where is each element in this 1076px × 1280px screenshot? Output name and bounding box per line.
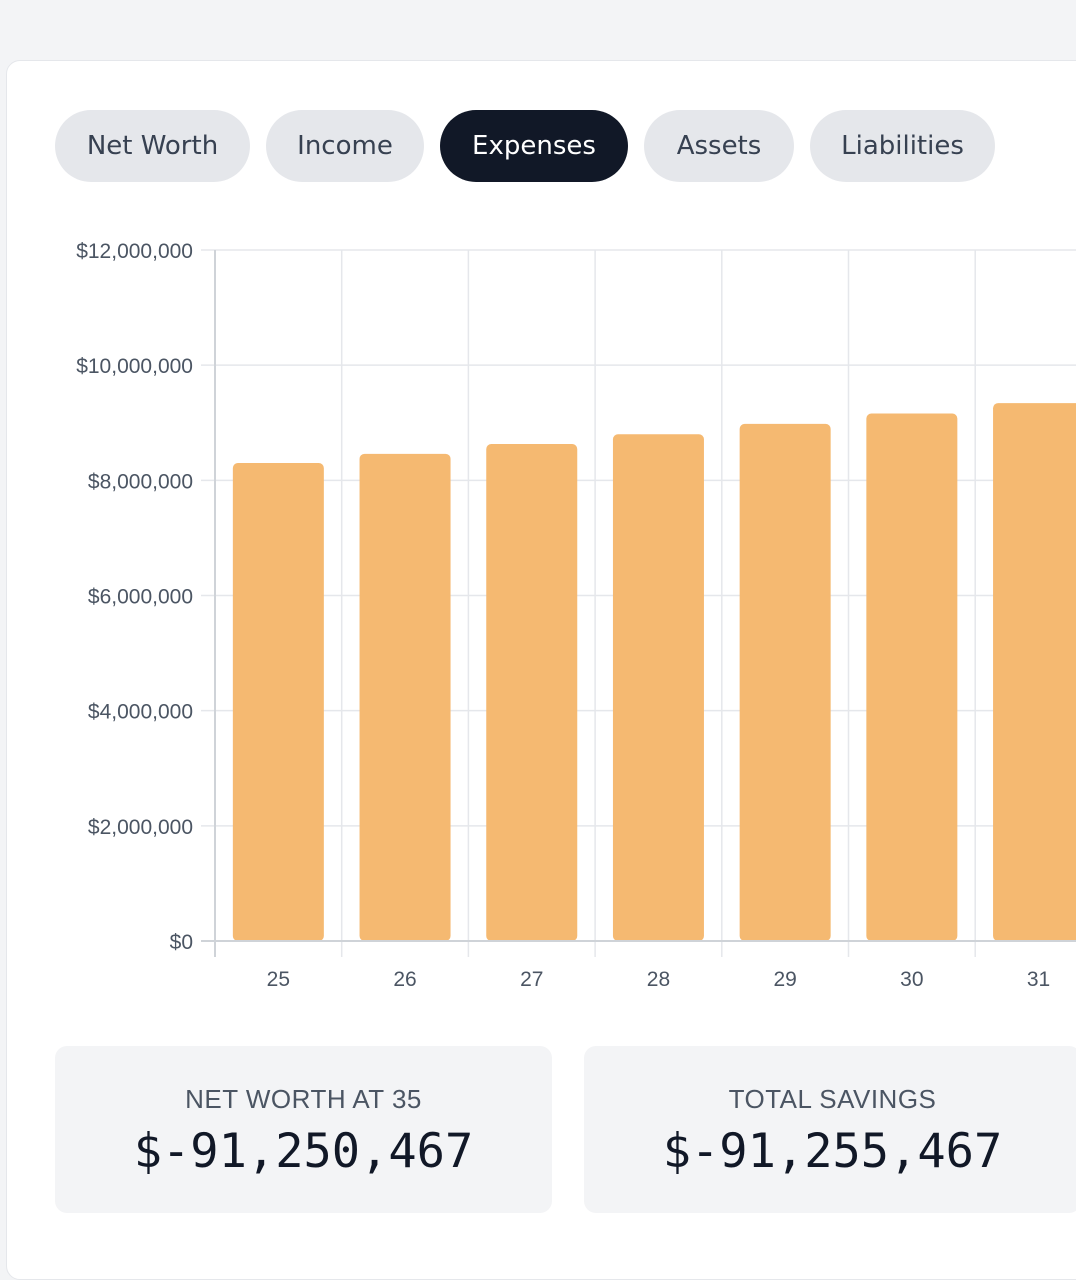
expense-bar[interactable] (739, 423, 831, 941)
y-tick-label: $2,000,000 (88, 816, 193, 839)
expense-bar[interactable] (486, 444, 578, 941)
y-tick-label: $8,000,000 (88, 470, 193, 493)
y-tick-label: $6,000,000 (88, 586, 193, 609)
net-worth-stat-card: NET WORTH AT 35 $-91,250,467 (55, 1046, 552, 1213)
total-savings-stat-value: $-91,255,467 (662, 1124, 1003, 1179)
x-tick-label: 29 (773, 968, 796, 991)
expense-bar[interactable] (359, 453, 451, 941)
net-worth-stat-value: $-91,250,467 (133, 1124, 474, 1179)
x-tick-label: 31 (1027, 968, 1050, 991)
expense-bar[interactable] (866, 413, 958, 942)
y-tick-label: $12,000,000 (76, 240, 193, 263)
total-savings-stat-label: TOTAL SAVINGS (728, 1084, 937, 1114)
x-tick-label: 28 (647, 968, 670, 991)
y-tick-label: $4,000,000 (88, 701, 193, 724)
y-tick-label: $0 (170, 931, 193, 954)
total-savings-stat-card: TOTAL SAVINGS $-91,255,467 (584, 1046, 1076, 1213)
expense-bar[interactable] (993, 403, 1076, 941)
expense-bar[interactable] (612, 434, 704, 941)
x-tick-label: 26 (393, 968, 416, 991)
x-tick-label: 30 (900, 968, 923, 991)
x-tick-label: 25 (267, 968, 290, 991)
y-tick-label: $10,000,000 (76, 355, 193, 378)
net-worth-stat-label: NET WORTH AT 35 (185, 1084, 422, 1114)
x-tick-label: 27 (520, 968, 543, 991)
expenses-bar-chart: $0 $2,000,000 $4,000,000 $6,000,000 $8,000,0… (76, 240, 1076, 991)
expense-bar[interactable] (232, 463, 324, 941)
